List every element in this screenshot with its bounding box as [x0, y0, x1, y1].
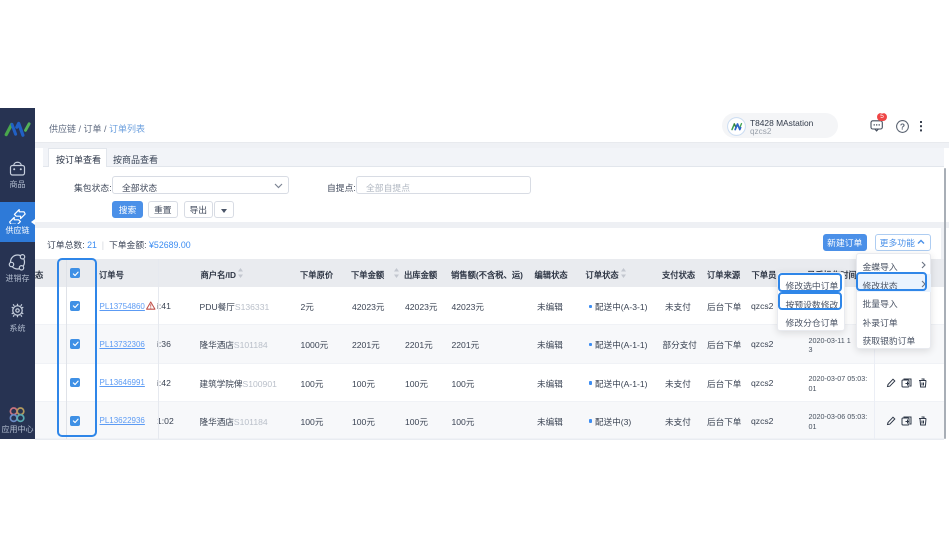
svg-text:?: ?	[900, 121, 905, 131]
